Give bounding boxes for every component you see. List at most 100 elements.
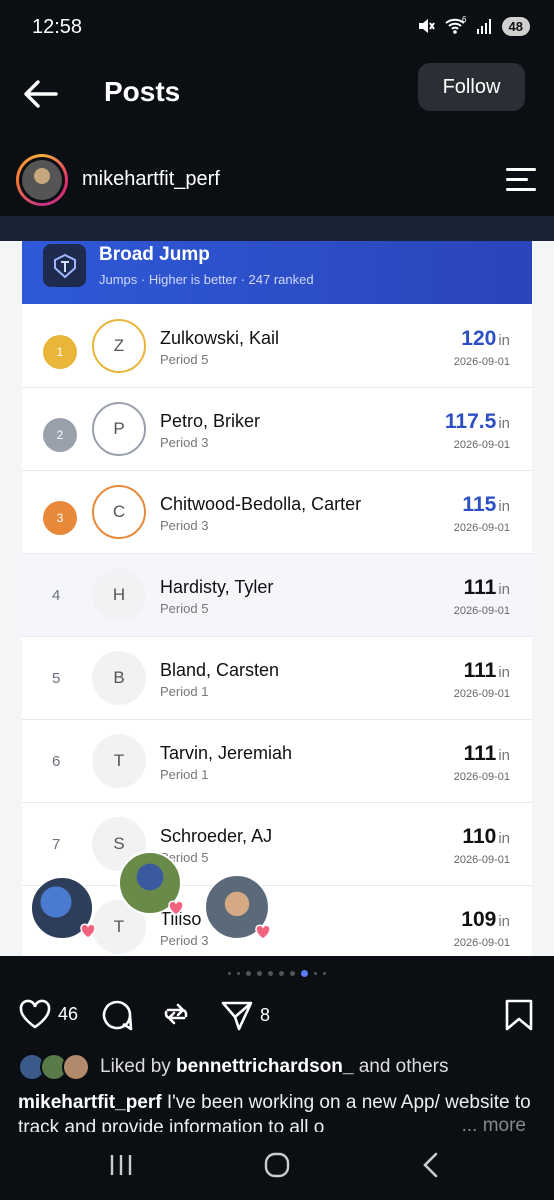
leaderboard-title: Broad Jump [99,244,210,265]
athlete-initial-avatar: P [92,402,146,456]
athlete-initial-avatar: B [92,651,146,705]
leaderboard-logo-icon [43,244,86,287]
athlete-period: Period 5 [160,601,209,616]
mute-icon [418,19,435,33]
athlete-period: Period 1 [160,767,209,782]
athlete-period: Period 3 [160,435,209,450]
score-value: 117.5 in [444,410,510,433]
carousel-pagination [0,970,554,977]
table-row[interactable]: 3 C Chitwood-Bedolla, Carter Period 3 115 in 2… [22,471,532,554]
athlete-name: Petro, Briker [160,411,261,431]
rank-medal: 3 [43,501,77,535]
athlete-period: Period 3 [160,933,209,948]
athlete-name: Bland, Carsten [160,660,280,680]
score-unit: in [498,415,510,432]
leaderboard-card: Broad Jump Jumps · Higher is better · 24… [22,241,532,956]
score-value: 111 in [463,742,510,765]
score-date: 2026-09-01 [453,937,510,949]
options-menu-button[interactable] [506,168,536,192]
athlete-initial-avatar: Z [92,319,146,373]
arrow-left-icon [24,80,58,108]
system-back-button[interactable] [420,1152,442,1183]
athlete-name: Chitwood-Bedolla, Carter [160,494,362,514]
score-value: 115 in [462,493,510,516]
heart-icon [80,923,96,939]
table-row[interactable]: 2 P Petro, Briker Period 3 117.5 in 2026-09-01 [22,388,532,471]
athlete-initial-avatar: T [92,734,146,788]
rank-medal: 1 [43,335,77,369]
wifi-icon: 6 [444,16,467,34]
score-unit: in [498,830,510,847]
avatar [62,1053,90,1081]
share-button[interactable]: 8 [220,998,270,1032]
post-image[interactable]: Broad Jump Jumps · Higher is better · 24… [0,216,554,956]
repost-button[interactable] [160,998,192,1030]
athlete-name: Schroeder, AJ [160,826,273,846]
score-unit: in [498,332,510,349]
table-row[interactable]: 1 Z Zulkowski, Kail Period 5 120 in 2026-09-01 [22,305,532,388]
athlete-period: Period 1 [160,684,209,699]
rank-number: 6 [52,753,61,770]
score-value: 110 in [462,825,510,848]
athlete-name: Tarvin, Jeremiah [160,743,293,763]
athlete-name: Zulkowski, Kail [160,328,280,348]
post-author-row: mikehartfit_perf [0,150,554,214]
status-icons: 6 48 [416,16,530,36]
back-button[interactable] [22,78,60,110]
leaderboard-header: Broad Jump Jumps · Higher is better · 24… [22,241,532,304]
rank-medal: 2 [43,418,77,452]
post-image-top-strip [0,216,554,241]
score-value: 111 in [463,659,510,682]
save-button[interactable] [504,998,534,1032]
table-row[interactable]: 7 S Schroeder, AJ Period 5 110 in 2026-09-01 [22,803,532,886]
athlete-name: Hardisty, Tyler [160,577,274,597]
rank-number: 5 [52,670,61,687]
share-count: 8 [260,1004,271,1025]
score-date: 2026-09-01 [453,356,510,368]
liker-avatars [18,1053,94,1081]
athlete-initial-avatar: C [92,485,146,539]
like-button[interactable]: 46 [18,998,78,1030]
home-button[interactable] [263,1152,291,1183]
status-time: 12:58 [32,16,83,38]
rank-number: 4 [52,587,61,604]
table-row[interactable]: 4 H Hardisty, Tyler Period 5 111 in 2026-09-01 [22,554,532,637]
rank-number: 7 [52,836,61,853]
svg-text:6: 6 [462,16,467,24]
score-unit: in [498,747,510,764]
score-date: 2026-09-01 [453,854,510,866]
score-date: 2026-09-01 [453,771,510,783]
table-row[interactable]: 6 T Tarvin, Jeremiah Period 1 111 in 2026-09-0… [22,720,532,803]
caption-username[interactable]: mikehartfit_perf [18,1092,162,1113]
page-title: Posts [104,76,181,107]
repost-icon [164,1003,188,1025]
score-date: 2026-09-01 [453,439,510,451]
liked-by-row[interactable]: Liked by bennettrichardson_ and others [18,1052,538,1082]
score-value: 109 in [461,908,510,931]
battery-indicator: 48 [501,16,530,36]
avatar-image [22,160,62,200]
score-unit: in [498,581,510,598]
author-username[interactable]: mikehartfit_perf [82,168,220,191]
score-unit: in [498,664,510,681]
signal-icon [476,19,491,34]
score-date: 2026-09-01 [453,605,510,617]
system-nav-bar [0,1132,554,1200]
table-row[interactable]: 5 B Bland, Carsten Period 1 111 in 2026-09-01 [22,637,532,720]
posts-header: Posts Follow [0,56,554,136]
table-row[interactable]: 8TTilisoPeriod 3109in2026-09-01 [22,886,532,956]
leaderboard-rows: 1 Z Zulkowski, Kail Period 5 120 in 2026-09-01… [22,305,532,956]
score-unit: in [498,498,510,515]
author-avatar[interactable] [16,154,68,206]
athlete-period: Period 5 [160,352,209,367]
recent-apps-button[interactable] [108,1152,134,1183]
heart-icon [255,924,271,940]
follow-button[interactable]: Follow [418,63,525,111]
comment-icon [102,1000,133,1031]
chevron-left-icon [423,1152,438,1178]
comment-button[interactable] [100,998,134,1032]
bookmark-icon [505,999,533,1031]
home-icon [264,1152,290,1178]
score-date: 2026-09-01 [453,688,510,700]
post-actions: 46 8 [0,998,554,1038]
